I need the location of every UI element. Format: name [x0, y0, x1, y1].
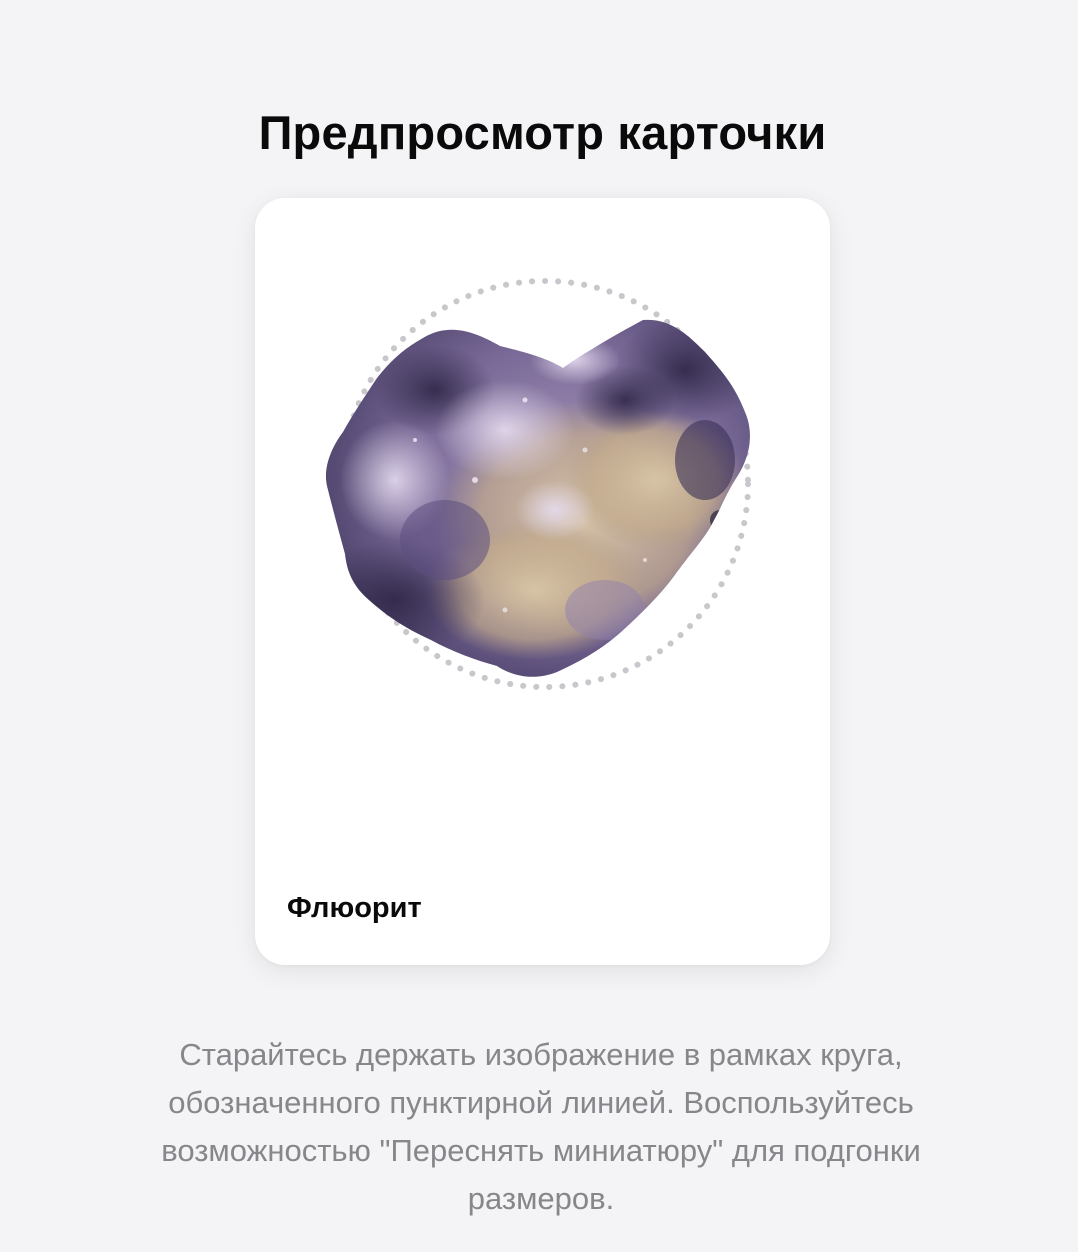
card-title: Флюорит: [287, 892, 422, 924]
hint-text: Старайтесь держать изображение в рамках …: [161, 1037, 921, 1216]
page-title: Предпросмотр карточки: [258, 106, 827, 160]
card-preview-screen: Предпросмотр карточки Флюорит Старайтесь…: [0, 0, 1078, 1252]
preview-card: Флюорит: [255, 198, 830, 965]
mineral-image: [325, 319, 750, 677]
